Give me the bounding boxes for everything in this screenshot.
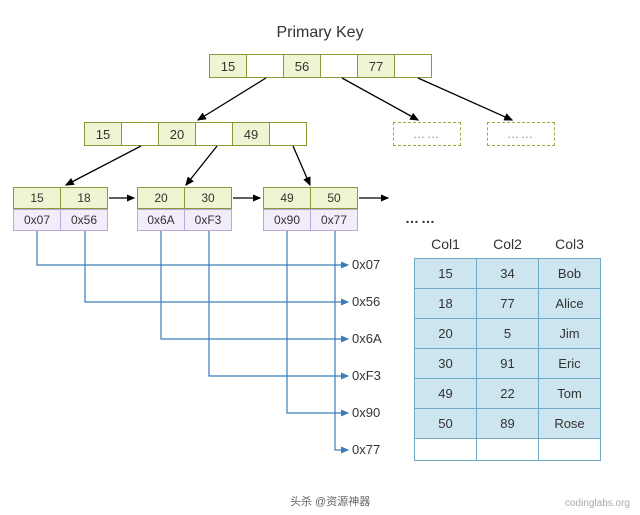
leaf-pointer: 0x90 (263, 209, 311, 231)
btree-mid-node: 15 20 49 (84, 122, 307, 146)
mid-ptr-slot (269, 122, 307, 146)
table-cell: Jim (539, 319, 601, 349)
pointer-label: 0x56 (352, 294, 380, 309)
table-row: 205Jim (415, 319, 601, 349)
table-row: 3091Eric (415, 349, 601, 379)
mid-key: 15 (84, 122, 122, 146)
table-cell: Rose (539, 409, 601, 439)
table-row: 5089Rose (415, 409, 601, 439)
pointer-label: 0xF3 (352, 368, 381, 383)
pointer-label: 0x6A (352, 331, 382, 346)
table-cell: 89 (477, 409, 539, 439)
root-ptr-slot (320, 54, 358, 78)
leaf-key: 49 (263, 187, 311, 209)
table-cell: 34 (477, 259, 539, 289)
table-cell: 5 (477, 319, 539, 349)
root-key: 77 (357, 54, 395, 78)
table-header: Col2 (477, 230, 539, 259)
table-cell: 15 (415, 259, 477, 289)
table-cell: 20 (415, 319, 477, 349)
root-key: 56 (283, 54, 321, 78)
table-cell: 49 (415, 379, 477, 409)
leaf-key: 15 (13, 187, 61, 209)
btree-leaf-node: 49 50 0x90 0x77 (263, 187, 358, 231)
pointer-label: 0x77 (352, 442, 380, 457)
table-cell: Tom (539, 379, 601, 409)
btree-leaf-node: 15 18 0x07 0x56 (13, 187, 108, 231)
leaf-ellipsis: …… (405, 210, 437, 226)
table-cell: 22 (477, 379, 539, 409)
mid-key: 49 (232, 122, 270, 146)
leaf-pointer: 0x07 (13, 209, 61, 231)
table-cell: Eric (539, 349, 601, 379)
btree-root-node: 15 56 77 (209, 54, 432, 78)
table-cell: 18 (415, 289, 477, 319)
table-cell: Bob (539, 259, 601, 289)
leaf-key: 30 (184, 187, 232, 209)
leaf-pointer: 0x56 (60, 209, 108, 231)
pointer-label: 0x07 (352, 257, 380, 272)
table-row: 4922Tom (415, 379, 601, 409)
leaf-key: 20 (137, 187, 185, 209)
mid-ptr-slot (121, 122, 159, 146)
leaf-pointer: 0x6A (137, 209, 185, 231)
mid-ptr-slot (195, 122, 233, 146)
root-key: 15 (209, 54, 247, 78)
btree-placeholder-node: …… (487, 122, 555, 146)
table-cell: 30 (415, 349, 477, 379)
watermark-source: codinglabs.org (565, 498, 630, 509)
table-cell: 77 (477, 289, 539, 319)
table-row-blank (415, 439, 601, 461)
table-cell: 50 (415, 409, 477, 439)
table-cell: 91 (477, 349, 539, 379)
root-ptr-slot (394, 54, 432, 78)
root-ptr-slot (246, 54, 284, 78)
table-row: 1534Bob (415, 259, 601, 289)
pointer-label: 0x90 (352, 405, 380, 420)
table-header: Col1 (415, 230, 477, 259)
table-row: 1877Alice (415, 289, 601, 319)
table-cell: Alice (539, 289, 601, 319)
leaf-pointer: 0xF3 (184, 209, 232, 231)
diagram-title: Primary Key (0, 24, 640, 42)
table-header: Col3 (539, 230, 601, 259)
leaf-key: 50 (310, 187, 358, 209)
mid-key: 20 (158, 122, 196, 146)
leaf-key: 18 (60, 187, 108, 209)
data-table: Col1 Col2 Col3 1534Bob 1877Alice 205Jim … (414, 230, 601, 461)
btree-placeholder-node: …… (393, 122, 461, 146)
leaf-pointer: 0x77 (310, 209, 358, 231)
watermark-text: 头杀 @资源神器 (290, 493, 370, 509)
btree-leaf-node: 20 30 0x6A 0xF3 (137, 187, 232, 231)
